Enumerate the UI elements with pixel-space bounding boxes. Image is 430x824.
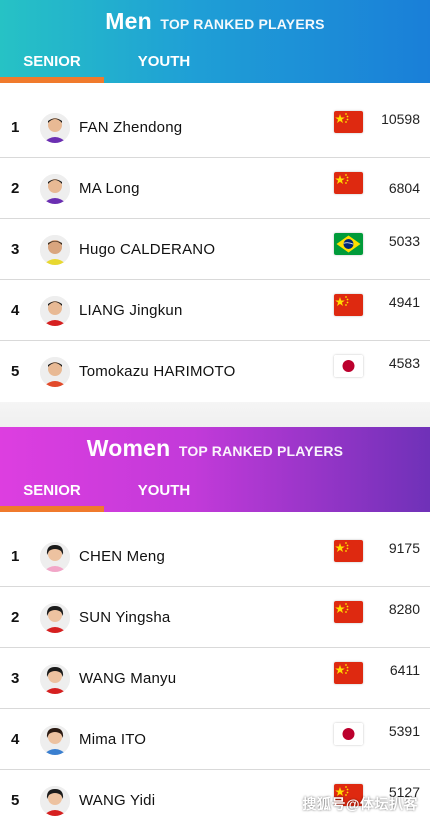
player-row[interactable]: 4 Mima ITO 5391 — [0, 709, 430, 770]
player-row[interactable]: 4 LIANG Jingkun 4941 — [0, 280, 430, 341]
women-panel-header: Women TOP RANKED PLAYERS SENIOR YOUTH — [0, 427, 430, 512]
player-points: 4583 — [388, 355, 420, 371]
men-tabs: SENIOR YOUTH — [0, 49, 430, 83]
player-avatar — [40, 603, 70, 633]
player-name[interactable]: Mima ITO — [79, 709, 146, 769]
player-rank: 1 — [11, 118, 20, 136]
player-name[interactable]: Tomokazu HARIMOTO — [79, 341, 236, 402]
men-title: Men — [105, 8, 152, 34]
tab-senior-men[interactable]: SENIOR — [0, 49, 104, 83]
player-avatar — [40, 664, 70, 694]
player-rank: 2 — [11, 608, 20, 626]
men-player-list: 1 FAN Zhendong 10598 2 MA Long 6804 3 Hu… — [0, 97, 430, 402]
jp-flag-icon — [334, 723, 363, 745]
player-row[interactable]: 5 Tomokazu HARIMOTO 4583 — [0, 341, 430, 402]
player-rank: 3 — [11, 669, 20, 687]
women-ranking-panel: Women TOP RANKED PLAYERS SENIOR YOUTH 1 … — [0, 427, 430, 824]
men-panel-header: Men TOP RANKED PLAYERS SENIOR YOUTH — [0, 0, 430, 83]
player-name[interactable]: FAN Zhendong — [79, 97, 182, 157]
men-subtitle: TOP RANKED PLAYERS — [160, 16, 325, 32]
player-row[interactable]: 3 WANG Manyu 6411 — [0, 648, 430, 709]
player-avatar — [40, 113, 70, 143]
player-rank: 4 — [11, 730, 20, 748]
player-row[interactable]: 3 Hugo CALDERANO 5033 — [0, 219, 430, 280]
player-rank: 3 — [11, 240, 20, 258]
player-avatar — [40, 174, 70, 204]
women-panel-title: Women TOP RANKED PLAYERS — [0, 435, 430, 462]
player-name[interactable]: CHEN Meng — [79, 526, 165, 586]
player-points: 6411 — [389, 662, 420, 678]
tab-youth-women[interactable]: YOUTH — [120, 478, 208, 512]
women-title: Women — [86, 435, 171, 461]
jp-flag-icon — [334, 355, 363, 377]
cn-flag-icon — [334, 662, 363, 684]
cn-flag-icon — [334, 294, 363, 316]
player-avatar — [40, 542, 70, 572]
men-panel-title: Men TOP RANKED PLAYERS — [0, 8, 430, 35]
player-name[interactable]: WANG Yidi — [79, 770, 155, 824]
men-ranking-panel: Men TOP RANKED PLAYERS SENIOR YOUTH 1 FA… — [0, 0, 430, 402]
player-points: 6804 — [388, 180, 420, 196]
player-name[interactable]: WANG Manyu — [79, 648, 176, 708]
player-rank: 5 — [11, 363, 20, 380]
player-points: 5391 — [388, 723, 420, 739]
player-row[interactable]: 1 CHEN Meng 9175 — [0, 526, 430, 587]
player-name[interactable]: MA Long — [79, 158, 140, 218]
watermark-text: 搜狐号@体坛扒客 — [302, 796, 418, 812]
player-points: 10598 — [381, 111, 420, 127]
player-avatar — [40, 235, 70, 265]
player-points: 9175 — [388, 540, 420, 556]
player-rank: 2 — [11, 179, 20, 197]
women-subtitle: TOP RANKED PLAYERS — [178, 443, 344, 459]
section-divider — [0, 402, 430, 427]
player-avatar — [40, 357, 70, 387]
cn-flag-icon — [334, 172, 363, 194]
player-row[interactable]: 1 FAN Zhendong 10598 — [0, 97, 430, 158]
player-avatar — [40, 786, 70, 816]
cn-flag-icon — [334, 601, 363, 623]
player-avatar — [40, 725, 70, 755]
player-rank: 1 — [11, 547, 20, 565]
player-points: 5033 — [388, 233, 420, 249]
player-row[interactable]: 2 SUN Yingsha 8280 — [0, 587, 430, 648]
player-row[interactable]: 2 MA Long 6804 — [0, 158, 430, 219]
player-avatar — [40, 296, 70, 326]
player-points: 8280 — [388, 601, 420, 617]
tab-senior-women[interactable]: SENIOR — [0, 478, 104, 512]
cn-flag-icon — [334, 111, 363, 133]
player-rank: 5 — [11, 792, 20, 809]
player-rank: 4 — [11, 301, 20, 319]
player-name[interactable]: SUN Yingsha — [79, 587, 170, 647]
player-name[interactable]: LIANG Jingkun — [79, 280, 182, 340]
br-flag-icon — [334, 233, 363, 255]
women-tabs: SENIOR YOUTH — [0, 478, 430, 512]
women-player-list: 1 CHEN Meng 9175 2 SUN Yingsha 8280 3 WA… — [0, 526, 430, 824]
player-name[interactable]: Hugo CALDERANO — [79, 219, 215, 279]
player-points: 4941 — [388, 294, 420, 310]
cn-flag-icon — [334, 540, 363, 562]
tab-youth-men[interactable]: YOUTH — [120, 49, 208, 83]
